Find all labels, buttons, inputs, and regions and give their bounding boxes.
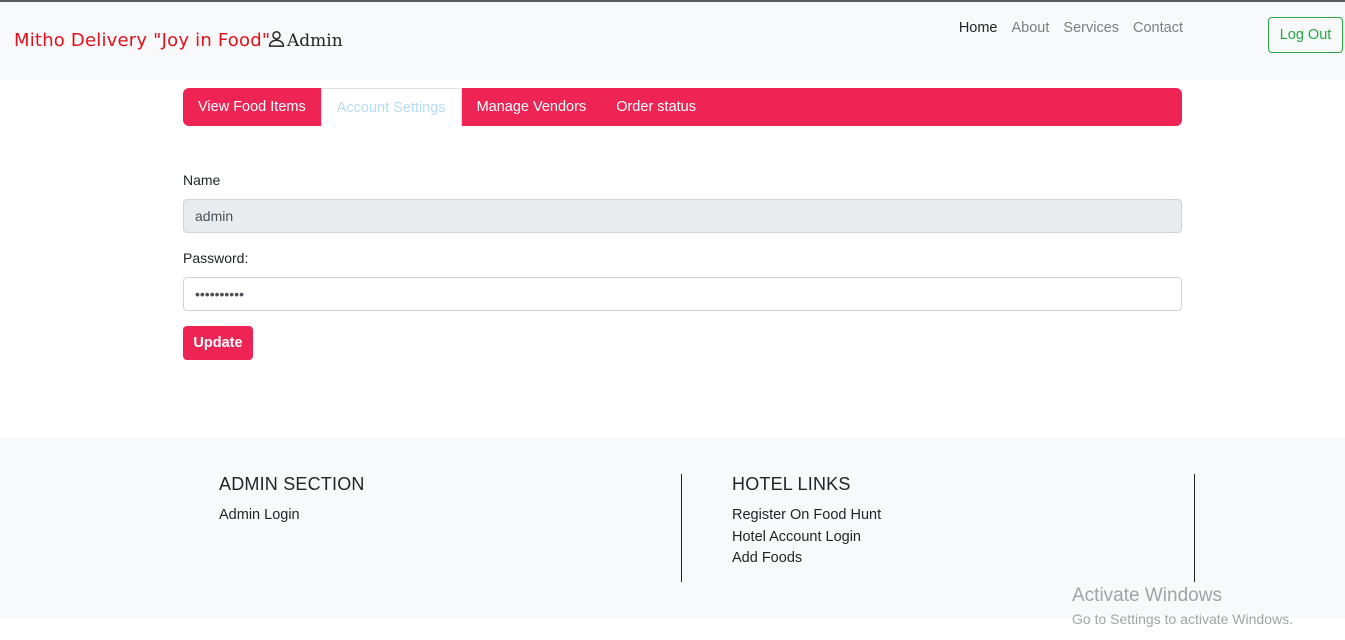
password-field[interactable]	[183, 277, 1182, 311]
watermark-title: Activate Windows	[1072, 585, 1222, 606]
password-label: Password:	[183, 250, 249, 266]
admin-tabs: View Food Items Account Settings Manage …	[183, 88, 1182, 126]
tab-account-settings[interactable]: Account Settings	[320, 88, 462, 126]
navbar: Mitho Delivery "Joy in Food" Admin Home …	[0, 2, 1345, 80]
footer-divider	[1194, 474, 1195, 582]
watermark-subtitle: Go to Settings to activate Windows.	[1072, 611, 1293, 627]
activation-watermark: Activate Windows Go to Settings to activ…	[1072, 585, 1293, 627]
nav-home[interactable]: Home	[952, 19, 1005, 37]
tab-manage-vendors[interactable]: Manage Vendors	[462, 88, 602, 126]
hotel-login-link[interactable]: Hotel Account Login	[732, 527, 881, 549]
current-user: Admin	[268, 30, 343, 52]
logout-button[interactable]: Log Out	[1268, 17, 1343, 53]
footer-hotel-links: HOTEL LINKS Register On Food Hunt Hotel …	[732, 474, 881, 570]
nav-contact[interactable]: Contact	[1126, 19, 1190, 37]
brand-logo[interactable]: Mitho Delivery "Joy in Food"	[14, 30, 270, 51]
admin-login-link[interactable]: Admin Login	[219, 505, 365, 527]
update-button[interactable]: Update	[183, 326, 253, 360]
footer-divider	[681, 474, 682, 582]
footer-admin-heading: ADMIN SECTION	[219, 474, 365, 494]
footer-hotel-heading: HOTEL LINKS	[732, 474, 851, 494]
name-field[interactable]	[183, 199, 1182, 233]
user-name: Admin	[287, 31, 343, 51]
add-foods-link[interactable]: Add Foods	[732, 548, 881, 570]
tab-order-status[interactable]: Order status	[601, 88, 711, 126]
name-label: Name	[183, 172, 221, 188]
footer-admin-section: ADMIN SECTION Admin Login	[219, 474, 365, 527]
nav-about[interactable]: About	[1005, 19, 1057, 37]
register-link[interactable]: Register On Food Hunt	[732, 505, 881, 527]
user-icon	[268, 30, 285, 52]
nav-services[interactable]: Services	[1056, 19, 1126, 37]
nav-menu: Home About Services Contact	[952, 19, 1190, 37]
account-settings-form: Name Password: Update	[183, 172, 1182, 360]
tab-view-food-items[interactable]: View Food Items	[183, 88, 321, 126]
